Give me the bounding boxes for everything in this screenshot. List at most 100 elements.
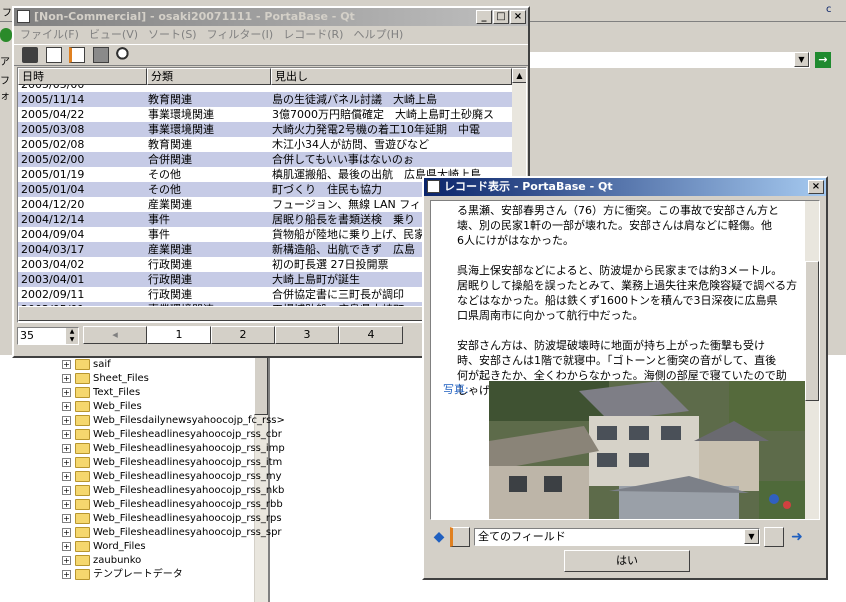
table-row[interactable]: 2005/11/14 教育関連 島の生徒減パネル討議 大崎上島 <box>18 92 512 107</box>
maximize-button[interactable]: □ <box>493 10 509 24</box>
page-prev-tab[interactable]: ◂ <box>83 326 147 344</box>
table-row[interactable]: 2005/03/08 事業環境関連 大崎火力発電2号機の着工10年延期 中電 <box>18 122 512 137</box>
ok-button[interactable]: はい <box>564 550 690 572</box>
folder-tree-item[interactable]: + Web_Filesdailynewsyahoocojp_fc_rss> <box>62 414 285 428</box>
table-row[interactable]: 2005/02/08 教育関連 木江小34人が訪問、雪遊びなど <box>18 137 512 152</box>
folder-tree-item[interactable]: + Web_Filesheadlinesyahoocojp_rss_my <box>62 470 282 484</box>
scroll-up-icon[interactable]: ▲ <box>512 68 526 83</box>
record-view-area: る黒瀬、安部春男さん（76）方に衝突。この事故で安部さん方と 壊、別の民家1軒の一… <box>430 200 820 520</box>
row-date: 2005/02/00 <box>21 153 85 166</box>
folder-tree-item[interactable]: + Text_Files <box>62 386 140 400</box>
page-tab[interactable]: 1 <box>147 326 211 344</box>
folder-icon <box>75 470 90 482</box>
expand-icon[interactable]: + <box>62 499 71 509</box>
folder-tree-item[interactable]: + Web_Filesheadlinesyahoocojp_rss_imp <box>62 442 285 456</box>
row-date: 2004/12/20 <box>21 198 85 211</box>
record-scroll-thumb[interactable] <box>805 261 819 401</box>
expand-icon[interactable]: + <box>62 415 71 425</box>
folder-tree-scroll-thumb[interactable] <box>254 355 268 415</box>
close-button[interactable]: × <box>510 10 526 24</box>
menu-item[interactable]: ファイル(F) <box>20 28 79 41</box>
minimize-button[interactable]: _ <box>476 10 492 24</box>
previous-record-icon[interactable]: ◆ <box>430 528 448 546</box>
folder-tree-item[interactable]: + テンプレートデータ <box>62 568 183 582</box>
row-headline: 合併してもいい事はないのぉ <box>272 153 414 166</box>
column-header-headline[interactable]: 見出し <box>271 68 512 85</box>
field-select-dropdown[interactable]: 全てのフィールド ▼ <box>474 528 760 546</box>
go-arrow-icon[interactable]: → <box>815 52 831 68</box>
expand-icon[interactable]: + <box>62 373 71 383</box>
expand-icon[interactable]: + <box>62 401 71 411</box>
menu-item[interactable]: フィルター(I) <box>207 28 274 41</box>
record-vscrollbar[interactable] <box>805 201 819 519</box>
folder-tree-item[interactable]: + Word_Files <box>62 540 146 554</box>
database-icon[interactable] <box>22 47 38 63</box>
folder-tree-item[interactable]: + Web_Filesheadlinesyahoocojp_rss_spr <box>62 526 282 540</box>
record-text-line: る黒瀬、安部春男さん（76）方に衝突。この事故で安部さん方と <box>457 204 779 217</box>
edit-record-icon[interactable] <box>69 47 85 63</box>
expand-icon[interactable]: + <box>62 513 71 523</box>
table-header: 日時 分類 見出し <box>18 68 512 85</box>
dropdown-arrow-icon[interactable]: ▼ <box>744 529 759 544</box>
page-tab[interactable]: 2 <box>211 326 275 344</box>
folder-name: saif <box>93 359 111 370</box>
copy-icon[interactable] <box>764 527 784 547</box>
main-titlebar[interactable]: [Non-Commercial] - osaki20071111 - Porta… <box>14 8 528 26</box>
folder-name: Sheet_Files <box>93 373 149 384</box>
folder-tree-item[interactable]: + Web_Filesheadlinesyahoocojp_rss_rps <box>62 512 282 526</box>
expand-icon[interactable]: + <box>62 457 71 467</box>
delete-record-icon[interactable] <box>92 47 109 63</box>
folder-tree-item[interactable]: + zaubunko <box>62 554 141 568</box>
folder-tree-item[interactable]: + Web_Filesheadlinesyahoocojp_rss_itm <box>62 456 282 470</box>
folder-tree-item[interactable]: + Web_Filesheadlinesyahoocojp_rss_nkb <box>62 484 284 498</box>
next-record-icon[interactable]: ➜ <box>788 528 806 546</box>
back-icon[interactable] <box>0 28 12 42</box>
row-date: 2005/01/04 <box>21 183 85 196</box>
record-titlebar[interactable]: レコード表示 - PortaBase - Qt × <box>424 178 826 196</box>
main-window-title: [Non-Commercial] - osaki20071111 - Porta… <box>34 10 355 23</box>
expand-icon[interactable]: + <box>62 387 71 397</box>
column-header-category[interactable]: 分類 <box>147 68 271 85</box>
expand-icon[interactable]: + <box>62 471 71 481</box>
column-header-date[interactable]: 日時 <box>18 68 147 85</box>
edit-record-icon[interactable] <box>450 527 470 547</box>
spinner-arrows-icon[interactable]: ▲ ▼ <box>66 328 78 344</box>
expand-icon[interactable]: + <box>62 443 71 453</box>
table-row[interactable]: 2005/02/00 合併関連 合併してもいい事はないのぉ <box>18 152 512 167</box>
menu-item[interactable]: レコード(R) <box>283 28 343 41</box>
page-size-spinner[interactable]: 35 ▲ ▼ <box>17 327 79 345</box>
expand-icon[interactable]: + <box>62 429 71 439</box>
row-headline: 3億7000万円賠償確定 大崎上島町土砂廃ス <box>272 108 494 121</box>
expand-icon[interactable]: + <box>62 555 71 565</box>
new-record-icon[interactable] <box>45 47 62 63</box>
expand-icon[interactable]: + <box>62 527 71 537</box>
folder-tree-item[interactable]: + saif <box>62 358 111 372</box>
menu-item[interactable]: ビュー(V) <box>89 28 138 41</box>
record-close-button[interactable]: × <box>808 180 824 194</box>
folder-name: Web_Filesdailynewsyahoocojp_fc_rss> <box>93 415 285 426</box>
folder-tree-item[interactable]: + Sheet_Files <box>62 372 149 386</box>
expand-icon[interactable]: + <box>62 569 71 579</box>
expand-icon[interactable]: + <box>62 485 71 495</box>
address-dropdown-icon[interactable]: ▼ <box>794 52 809 67</box>
folder-tree-item[interactable]: + Web_Filesheadlinesyahoocojp_rss_rbb <box>62 498 283 512</box>
address-field[interactable] <box>524 52 810 68</box>
folder-name: Web_Files <box>93 401 142 412</box>
page-tab[interactable]: 3 <box>275 326 339 344</box>
table-row[interactable]: 2005/05/00 <box>18 85 512 92</box>
expand-icon[interactable]: + <box>62 359 71 369</box>
row-headline: 木江小34人が訪問、雪遊びなど <box>272 138 429 151</box>
folder-tree-item[interactable]: + Web_Filesheadlinesyahoocojp_rss_cbr <box>62 428 282 442</box>
menu-item[interactable]: ヘルプ(H) <box>353 28 403 41</box>
record-text-line: 壊、別の民家1軒の一部が壊れた。安部さんは肩などに軽傷。他 <box>457 219 772 232</box>
menu-item[interactable]: ソート(S) <box>148 28 197 41</box>
row-date: 2004/03/17 <box>21 243 85 256</box>
folder-tree-item[interactable]: + Web_Files <box>62 400 142 414</box>
folder-name: Web_Filesheadlinesyahoocojp_rss_my <box>93 471 282 482</box>
expand-icon[interactable]: + <box>62 541 71 551</box>
search-icon[interactable] <box>116 47 132 63</box>
folder-icon <box>75 414 90 426</box>
row-date: 2005/04/22 <box>21 108 85 121</box>
page-tab[interactable]: 4 <box>339 326 403 344</box>
table-row[interactable]: 2005/04/22 事業環境関連 3億7000万円賠償確定 大崎上島町土砂廃ス <box>18 107 512 122</box>
